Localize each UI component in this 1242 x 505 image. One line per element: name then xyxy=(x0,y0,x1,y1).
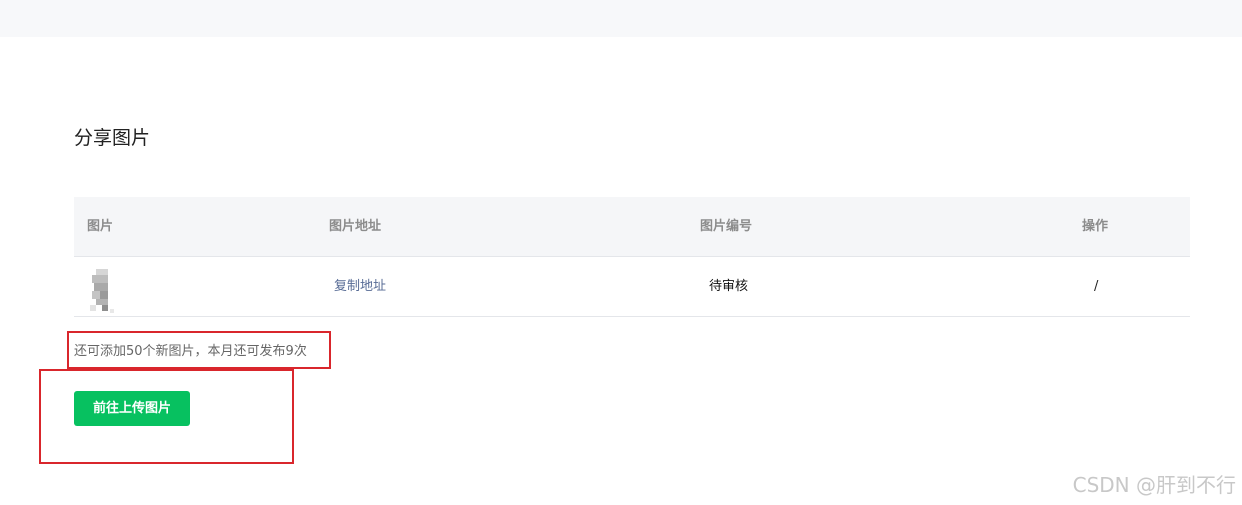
header-address: 图片地址 xyxy=(329,219,382,234)
copy-address-link[interactable]: 复制地址 xyxy=(334,257,386,316)
watermark: CSDN @肝到不行 xyxy=(1072,473,1236,497)
status-text: 待审核 xyxy=(709,279,749,294)
table-header: 图片 图片地址 图片编号 操作 xyxy=(74,197,1190,257)
page-title: 分享图片 xyxy=(74,127,151,149)
top-bar xyxy=(0,0,1242,37)
image-thumbnail[interactable] xyxy=(90,269,118,313)
header-number: 图片编号 xyxy=(700,219,753,234)
annotation-box-quota xyxy=(67,331,331,369)
image-table: 图片 图片地址 图片编号 操作 复制地址 待审核 / xyxy=(74,197,1190,317)
header-image: 图片 xyxy=(87,219,114,234)
table-row: 复制地址 待审核 / xyxy=(74,257,1190,317)
action-placeholder: / xyxy=(1094,279,1099,294)
annotation-box-button xyxy=(39,369,294,464)
header-action: 操作 xyxy=(1082,219,1109,234)
